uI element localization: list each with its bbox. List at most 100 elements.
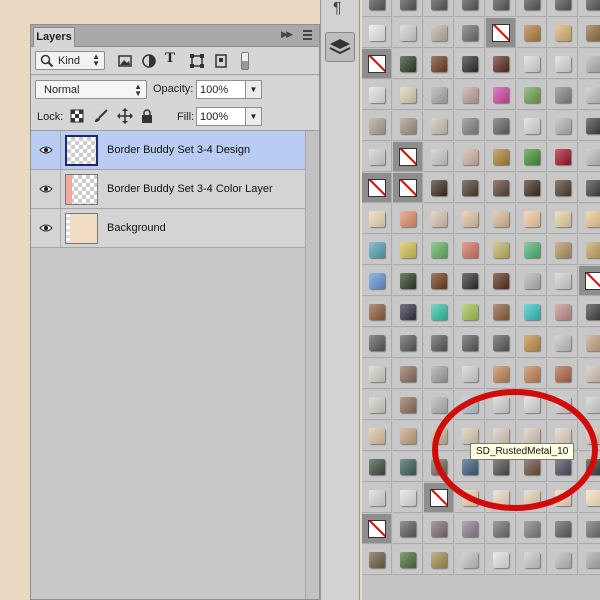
style-swatch[interactable] xyxy=(393,359,423,389)
lock-icon[interactable] xyxy=(139,108,155,124)
style-swatch[interactable] xyxy=(486,514,516,544)
move-icon[interactable] xyxy=(117,108,133,124)
style-swatch[interactable] xyxy=(486,266,516,296)
style-swatch[interactable] xyxy=(579,173,600,203)
style-swatch[interactable] xyxy=(362,452,392,482)
style-swatch[interactable] xyxy=(548,18,578,48)
style-swatch[interactable] xyxy=(548,545,578,575)
layer-thumbnail[interactable] xyxy=(65,135,98,166)
style-swatch[interactable] xyxy=(517,297,547,327)
style-swatch[interactable] xyxy=(579,49,600,79)
style-swatch[interactable] xyxy=(579,0,600,17)
brush-icon[interactable] xyxy=(93,108,109,124)
style-swatch[interactable] xyxy=(455,49,485,79)
style-swatch[interactable] xyxy=(517,80,547,110)
style-swatch[interactable] xyxy=(393,266,423,296)
style-swatch[interactable] xyxy=(362,545,392,575)
style-swatch[interactable] xyxy=(362,359,392,389)
style-swatch[interactable] xyxy=(548,514,578,544)
layer-row-color-layer[interactable]: Border Buddy Set 3-4 Color Layer xyxy=(31,170,305,209)
opacity-dropdown-button[interactable]: ▼ xyxy=(246,80,262,99)
style-swatch[interactable] xyxy=(393,514,423,544)
style-swatch[interactable] xyxy=(362,297,392,327)
style-swatch[interactable] xyxy=(362,235,392,265)
style-swatch[interactable] xyxy=(455,142,485,172)
style-swatch[interactable] xyxy=(393,235,423,265)
style-swatch[interactable] xyxy=(455,0,485,17)
style-swatch[interactable] xyxy=(517,235,547,265)
style-swatch[interactable] xyxy=(393,0,423,17)
style-swatch[interactable] xyxy=(517,18,547,48)
style-swatch[interactable] xyxy=(393,111,423,141)
style-swatch[interactable] xyxy=(517,111,547,141)
opacity-input[interactable]: 100% xyxy=(196,80,246,99)
collapse-icon[interactable]: ▶▶ xyxy=(281,29,293,40)
style-swatch[interactable] xyxy=(486,297,516,327)
style-swatch[interactable] xyxy=(424,545,454,575)
style-swatch[interactable] xyxy=(424,297,454,327)
style-swatch[interactable] xyxy=(424,266,454,296)
style-swatch[interactable] xyxy=(486,328,516,358)
image-filter-icon[interactable] xyxy=(117,53,133,69)
filter-toggle-switch[interactable] xyxy=(241,52,249,70)
style-swatch[interactable] xyxy=(455,545,485,575)
blend-mode-select[interactable]: Normal ▲ ▼ xyxy=(35,80,147,99)
style-swatch[interactable] xyxy=(362,49,392,79)
style-swatch[interactable] xyxy=(517,266,547,296)
style-swatch[interactable] xyxy=(362,390,392,420)
style-swatch[interactable] xyxy=(362,204,392,234)
panel-menu-icon[interactable] xyxy=(299,28,313,42)
shape-filter-icon[interactable] xyxy=(189,53,205,69)
style-swatch[interactable] xyxy=(548,111,578,141)
style-swatch[interactable] xyxy=(455,328,485,358)
style-swatch[interactable] xyxy=(579,142,600,172)
style-swatch[interactable] xyxy=(455,297,485,327)
fill-dropdown-button[interactable]: ▼ xyxy=(246,107,262,126)
style-swatch[interactable] xyxy=(455,111,485,141)
style-swatch[interactable] xyxy=(393,142,423,172)
layer-name[interactable]: Border Buddy Set 3-4 Design xyxy=(107,144,250,156)
style-swatch[interactable] xyxy=(362,173,392,203)
style-swatch[interactable] xyxy=(548,266,578,296)
style-swatch[interactable] xyxy=(486,18,516,48)
style-swatch[interactable] xyxy=(486,80,516,110)
style-swatch[interactable] xyxy=(579,297,600,327)
style-swatch[interactable] xyxy=(455,173,485,203)
style-swatch[interactable] xyxy=(424,0,454,17)
style-swatch[interactable] xyxy=(393,18,423,48)
style-swatch[interactable] xyxy=(548,173,578,203)
style-swatch[interactable] xyxy=(424,111,454,141)
style-swatch[interactable] xyxy=(548,204,578,234)
style-swatch[interactable] xyxy=(393,390,423,420)
style-swatch[interactable] xyxy=(362,18,392,48)
style-swatch[interactable] xyxy=(393,49,423,79)
layer-thumbnail[interactable] xyxy=(65,213,98,244)
style-swatch[interactable] xyxy=(455,514,485,544)
style-swatch[interactable] xyxy=(424,204,454,234)
style-swatch[interactable] xyxy=(362,328,392,358)
style-swatch[interactable] xyxy=(424,49,454,79)
style-swatch[interactable] xyxy=(362,111,392,141)
style-swatch[interactable] xyxy=(548,297,578,327)
style-swatch[interactable] xyxy=(362,483,392,513)
style-swatch[interactable] xyxy=(548,49,578,79)
style-swatch[interactable] xyxy=(548,142,578,172)
style-swatch[interactable] xyxy=(579,328,600,358)
style-swatch[interactable] xyxy=(517,49,547,79)
style-swatch[interactable] xyxy=(393,545,423,575)
style-swatch[interactable] xyxy=(393,483,423,513)
style-swatch[interactable] xyxy=(517,173,547,203)
style-swatch[interactable] xyxy=(424,328,454,358)
style-swatch[interactable] xyxy=(455,266,485,296)
style-swatch[interactable] xyxy=(486,0,516,17)
filter-kind-select[interactable]: Kind ▲ ▼ xyxy=(35,51,105,70)
visibility-toggle[interactable] xyxy=(31,170,61,208)
style-swatch[interactable] xyxy=(579,18,600,48)
style-swatch[interactable] xyxy=(579,514,600,544)
style-swatch[interactable] xyxy=(579,204,600,234)
style-swatch[interactable] xyxy=(362,80,392,110)
style-swatch[interactable] xyxy=(517,0,547,17)
style-swatch[interactable] xyxy=(455,18,485,48)
layer-row-background[interactable]: Background xyxy=(31,209,305,248)
layers-panel-button[interactable] xyxy=(325,32,355,62)
